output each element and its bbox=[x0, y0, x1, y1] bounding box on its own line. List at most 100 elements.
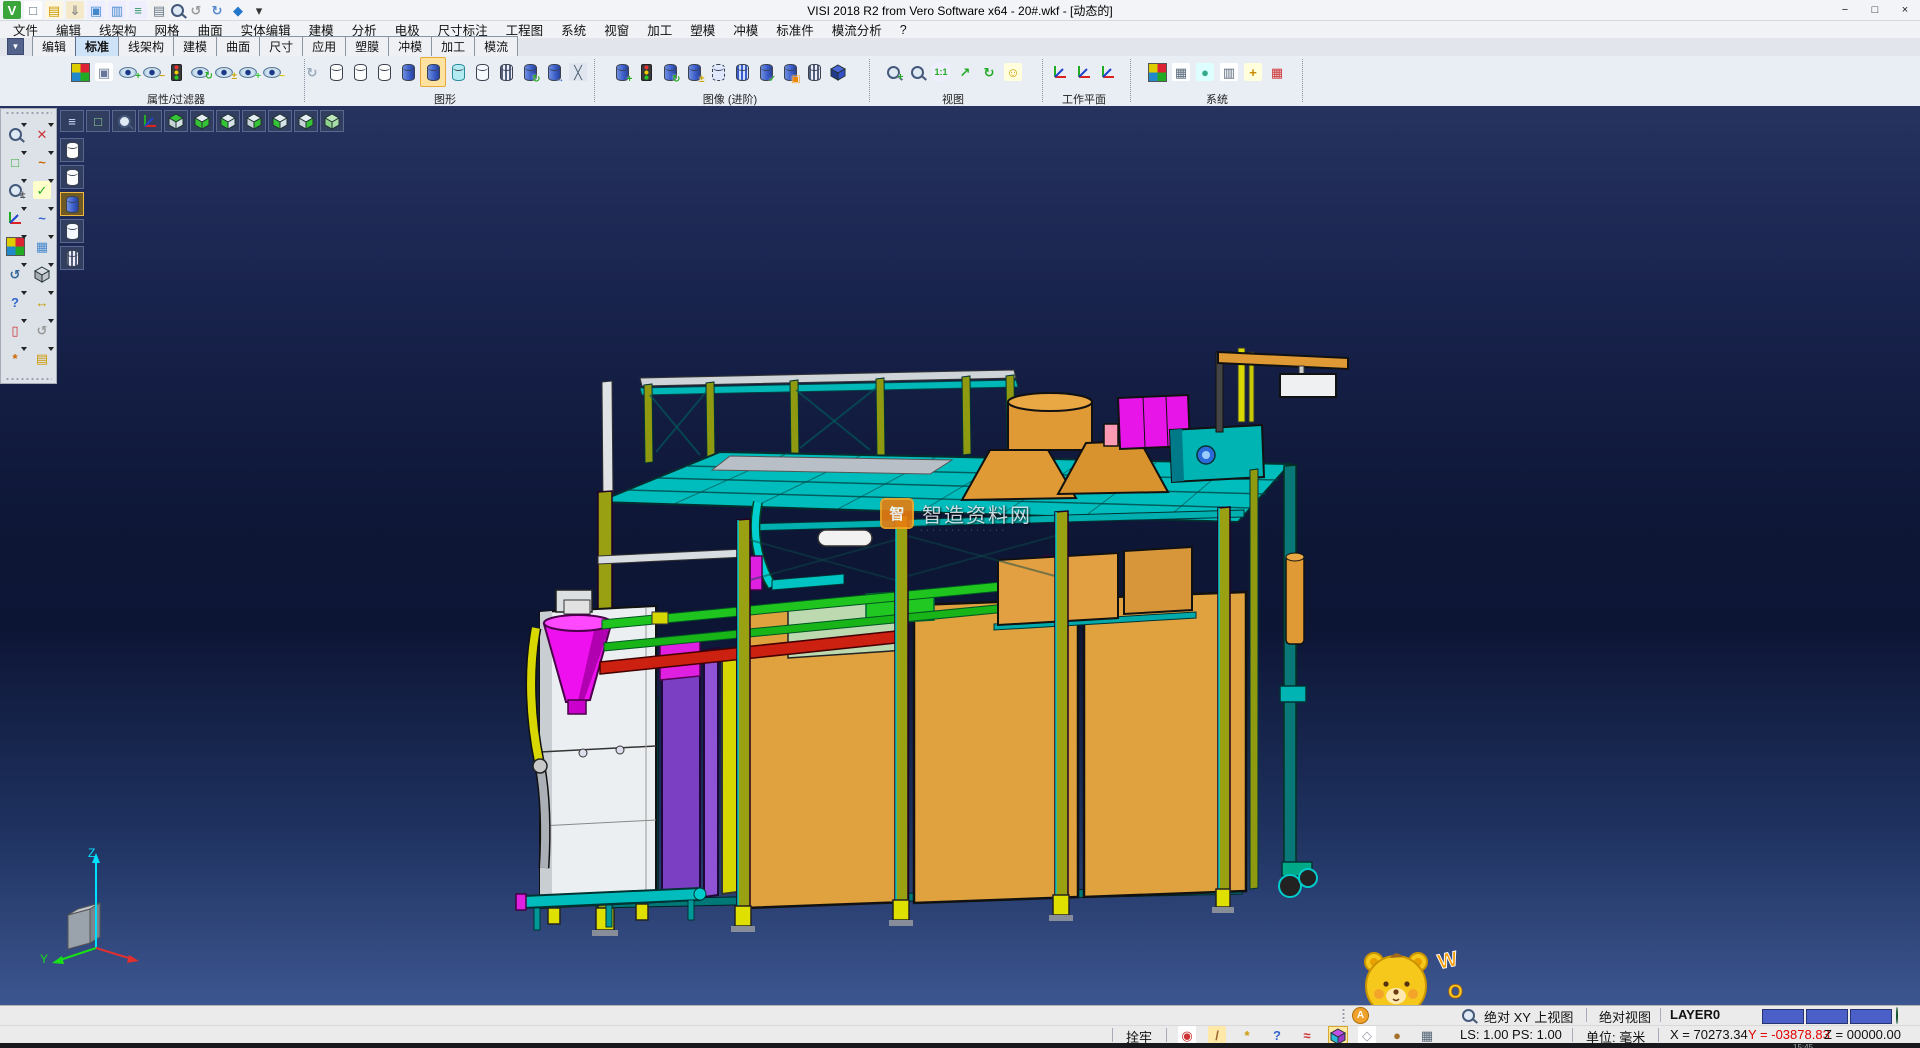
solids-toggle-icon[interactable]: ± bbox=[688, 64, 701, 81]
tab-曲面[interactable]: 曲面 bbox=[216, 36, 260, 56]
zoom-window-button-icon[interactable]: □ bbox=[89, 112, 107, 130]
tab-应用[interactable]: 应用 bbox=[302, 36, 346, 56]
hatched-cylinder-icon[interactable] bbox=[500, 64, 513, 81]
save-as-icon[interactable]: ▥ bbox=[108, 1, 126, 19]
search-icon[interactable] bbox=[1462, 1009, 1475, 1022]
window-layout-icon[interactable]: ▦ bbox=[1418, 1026, 1436, 1044]
flat-cylinder-icon-cell[interactable] bbox=[470, 58, 494, 86]
display-hidden-button-icon[interactable] bbox=[66, 169, 79, 186]
hide-minus-icon[interactable]: − bbox=[263, 67, 281, 78]
measure-icon[interactable]: ↔ bbox=[33, 293, 51, 311]
view-mode-indicator[interactable]: 绝对 XY 上视图 bbox=[1484, 1007, 1573, 1026]
regen-solid-icon[interactable]: ↻ bbox=[524, 64, 537, 81]
show-entities-icon[interactable]: + bbox=[119, 67, 137, 78]
solids-traffic-light-icon[interactable] bbox=[641, 64, 652, 81]
key-icon[interactable]: * bbox=[1238, 1026, 1256, 1044]
workplane-align-icon[interactable] bbox=[1075, 63, 1093, 81]
hatched-cylinder-icon-cell[interactable] bbox=[494, 58, 518, 86]
sketch-icon-cell[interactable]: ~ bbox=[29, 149, 55, 176]
snap-lock-icon-cell[interactable]: ◉ bbox=[1178, 1026, 1196, 1044]
regen-graphics-icon[interactable]: ↻ bbox=[303, 63, 321, 81]
zoom-1-1-icon-cell[interactable]: 1:1 bbox=[929, 58, 953, 86]
tab-线架构[interactable]: 线架构 bbox=[118, 36, 174, 56]
keyboard-grid-icon[interactable]: ▦ bbox=[1268, 63, 1286, 81]
attribute-page-icon[interactable]: ▣ bbox=[95, 63, 113, 81]
regen-view-icon[interactable]: ↺ bbox=[6, 265, 24, 283]
solids-refresh-icon[interactable]: ↻ bbox=[664, 64, 677, 81]
view-back-button[interactable] bbox=[242, 110, 266, 132]
macro-icon[interactable]: ◆ bbox=[229, 1, 247, 19]
redo-icon[interactable]: ↻ bbox=[208, 1, 226, 19]
display-hatched-button[interactable] bbox=[60, 246, 84, 270]
transparent-cylinder-icon[interactable] bbox=[452, 64, 465, 81]
snap-toggle-icon-cell[interactable]: ≈ bbox=[1298, 1026, 1316, 1044]
absolute-view-indicator[interactable]: 绝对视图 bbox=[1599, 1007, 1651, 1026]
display-shaded-button[interactable] bbox=[60, 192, 84, 216]
qat-more-dropdown[interactable]: ▾ bbox=[250, 1, 268, 19]
zoom-window-icon-cell[interactable]: + bbox=[881, 58, 905, 86]
zoom-select-icon-cell[interactable] bbox=[2, 121, 28, 148]
tab-冲模[interactable]: 冲模 bbox=[388, 36, 432, 56]
delete-icon[interactable]: ▯ bbox=[6, 321, 24, 339]
zoom-extents-icon[interactable] bbox=[911, 66, 924, 79]
hidden-line-cylinder-icon[interactable] bbox=[354, 64, 367, 81]
workplane-create-icon[interactable] bbox=[1051, 63, 1069, 81]
toggle-visibility-icon[interactable]: ± bbox=[215, 67, 233, 78]
attribute-manager-icon-cell[interactable]: ▦ bbox=[1169, 58, 1193, 86]
attribute-manager-icon[interactable]: ▦ bbox=[1172, 63, 1190, 81]
help-icon[interactable]: ? bbox=[6, 293, 24, 311]
erase-icon-cell[interactable]: ✕ bbox=[29, 121, 55, 148]
menu-item-16[interactable]: 标准件 bbox=[767, 20, 823, 39]
paw-icon[interactable]: ● bbox=[1388, 1026, 1406, 1044]
shaded-small-cylinder-icon[interactable] bbox=[402, 64, 415, 81]
measure-icon-cell[interactable]: ↔ bbox=[29, 289, 55, 316]
display-hidden-button[interactable] bbox=[60, 165, 84, 189]
system-settings-icon[interactable]: ● bbox=[1196, 63, 1214, 81]
view-left-button-icon[interactable] bbox=[271, 112, 289, 131]
glove-icon[interactable]: ◇ bbox=[1358, 1026, 1376, 1044]
visibility-traffic-light-icon[interactable] bbox=[171, 64, 182, 81]
shaded-small-cylinder-icon-cell[interactable] bbox=[396, 58, 420, 86]
regen-solid-icon-cell[interactable]: ↻ bbox=[518, 58, 542, 86]
open-image-icon[interactable]: ▤ bbox=[33, 349, 51, 367]
new-file-icon[interactable]: □ bbox=[24, 1, 42, 19]
view-right-button-icon[interactable] bbox=[297, 112, 315, 131]
spline-icon[interactable]: ~ bbox=[33, 209, 51, 227]
view-right-button[interactable] bbox=[294, 110, 318, 132]
edit-attribute-icon-cell[interactable]: / bbox=[1208, 1026, 1226, 1044]
toggle-visibility-icon-cell[interactable]: ± bbox=[212, 58, 236, 86]
hatch-cylinder-icon[interactable] bbox=[808, 64, 821, 81]
help-icon-cell[interactable]: ? bbox=[2, 289, 28, 316]
view-bottom-button[interactable] bbox=[190, 110, 214, 132]
validate-icon[interactable]: ✓ bbox=[33, 181, 51, 199]
viewport-menu-button-icon[interactable]: ≡ bbox=[63, 112, 81, 130]
color-table-icon-cell[interactable] bbox=[1145, 58, 1169, 86]
validate-cylinder-icon-cell[interactable]: ✓ bbox=[754, 58, 778, 86]
regen-view-icon-cell[interactable]: ↺ bbox=[2, 261, 28, 288]
solids-toggle-icon-cell[interactable]: ± bbox=[682, 58, 706, 86]
visibility-traffic-light-icon-cell[interactable] bbox=[164, 58, 188, 86]
solids-traffic-light-icon-cell[interactable] bbox=[634, 58, 658, 86]
tools-wheel-icon-cell[interactable]: * bbox=[2, 345, 28, 372]
print-icon[interactable]: ▤ bbox=[150, 1, 168, 19]
sketch-icon[interactable]: ~ bbox=[33, 153, 51, 171]
3d-viewport[interactable]: ≡□ 智 智造资料网 · · · · · · · · · · · · · · Z… bbox=[0, 106, 1920, 1005]
menu-item-15[interactable]: 冲模 bbox=[724, 20, 767, 39]
edit-attribute-icon[interactable]: / bbox=[1208, 1026, 1226, 1044]
layer-indicator[interactable]: LAYER0 bbox=[1670, 1007, 1720, 1022]
zoom-extents-button[interactable] bbox=[112, 110, 136, 132]
view-bottom-button-icon[interactable] bbox=[193, 112, 211, 131]
zoom-1-1-icon[interactable]: 1:1 bbox=[932, 63, 950, 81]
shade-view-icon-cell[interactable]: ☺ bbox=[1001, 58, 1025, 86]
flat-cylinder-icon[interactable] bbox=[476, 64, 489, 81]
solid-cube-icon-cell[interactable] bbox=[29, 261, 55, 288]
refresh-visibility-icon-cell[interactable]: ↻ bbox=[188, 58, 212, 86]
display-wireframe-button-icon[interactable] bbox=[66, 142, 79, 159]
table-manager-icon[interactable]: ▥ bbox=[1220, 63, 1238, 81]
viewport-menu-button[interactable]: ≡ bbox=[60, 110, 84, 132]
wireframe-cylinder-icon[interactable] bbox=[330, 64, 343, 81]
workplane-manage-icon-cell[interactable] bbox=[1096, 58, 1120, 86]
shaded-cylinder-icon[interactable] bbox=[427, 64, 440, 81]
zoom-inout-icon-cell[interactable]: ± bbox=[2, 177, 28, 204]
ucs-button[interactable] bbox=[138, 110, 162, 132]
